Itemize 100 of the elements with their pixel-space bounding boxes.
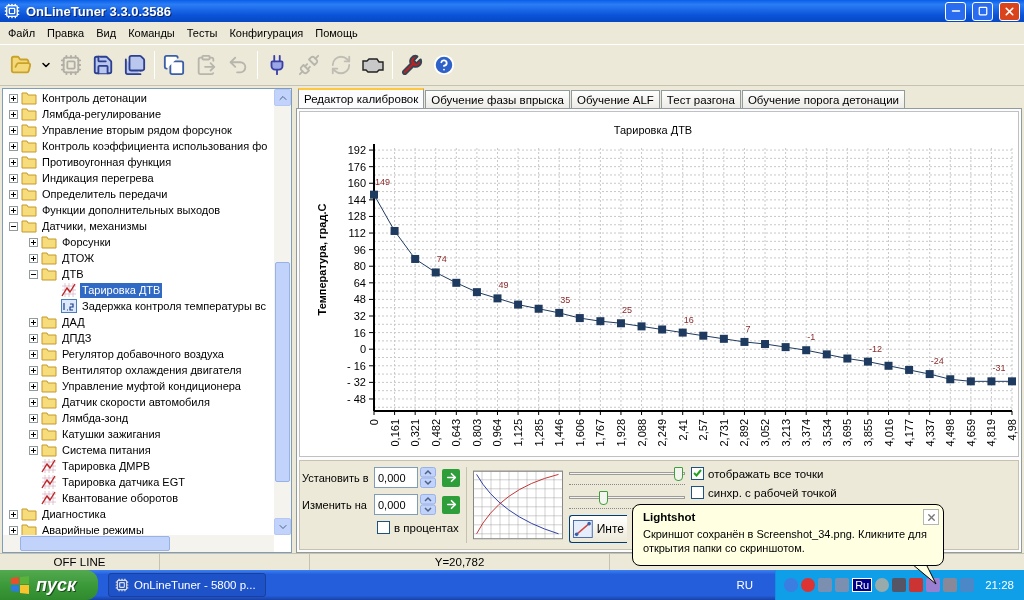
taskbar-button[interactable]: OnLineTuner - 5800 р... xyxy=(108,573,266,597)
slider[interactable] xyxy=(569,467,685,485)
expand-icon[interactable] xyxy=(29,365,38,375)
data-point[interactable] xyxy=(802,346,811,355)
data-point[interactable] xyxy=(761,340,770,348)
number-field[interactable]: 0,000 xyxy=(374,494,418,515)
data-point[interactable] xyxy=(781,343,790,352)
tree-item[interactable]: Диагностика xyxy=(40,506,108,522)
expand-icon[interactable] xyxy=(29,381,38,391)
tree-item[interactable]: Тарировка датчика EGT xyxy=(60,474,187,490)
expand-icon[interactable] xyxy=(29,237,38,247)
collapse-icon[interactable] xyxy=(9,221,18,231)
data-point[interactable] xyxy=(719,334,728,343)
number-field[interactable]: 0,000 xyxy=(374,467,418,488)
data-point[interactable] xyxy=(966,377,975,386)
expand-icon[interactable] xyxy=(9,93,18,103)
tree-item[interactable]: Задержка контроля температуры вс xyxy=(80,298,269,314)
tree-item[interactable]: Квантование оборотов xyxy=(60,490,180,506)
tree-item[interactable]: ДАД xyxy=(60,314,87,330)
expand-icon[interactable] xyxy=(29,413,38,423)
tree-item[interactable]: Аварийные режимы xyxy=(40,522,146,535)
apply-button[interactable] xyxy=(442,495,460,514)
slider-thumb[interactable] xyxy=(674,467,684,481)
tree-item[interactable]: Вентилятор охлаждения двигателя xyxy=(60,362,244,378)
menu-item[interactable]: Тесты xyxy=(180,27,224,39)
tree-item[interactable]: Функции дополнительных выходов xyxy=(40,202,223,218)
expand-icon[interactable] xyxy=(29,333,38,343)
data-point[interactable] xyxy=(616,319,625,328)
tab[interactable]: Обучение фазы впрыска xyxy=(425,90,570,108)
tree-item[interactable]: ДТВ xyxy=(60,266,86,282)
menu-item[interactable]: Команды xyxy=(122,27,181,39)
spinner-icon[interactable] xyxy=(420,494,436,515)
language-indicator[interactable]: RU xyxy=(736,579,754,591)
minimize-button[interactable] xyxy=(945,1,966,21)
tree-item[interactable]: Управление муфтой кондиционера xyxy=(60,378,243,394)
data-point[interactable] xyxy=(452,278,461,287)
data-point[interactable] xyxy=(390,226,399,235)
apply-button[interactable] xyxy=(442,468,460,487)
data-point[interactable] xyxy=(740,337,749,346)
tree-item[interactable]: Индикация перегрева xyxy=(40,170,156,186)
expand-icon[interactable] xyxy=(9,205,18,215)
menu-item[interactable]: Правка xyxy=(41,27,91,39)
expand-icon[interactable] xyxy=(9,125,18,135)
expand-icon[interactable] xyxy=(9,173,18,183)
tree-item[interactable]: Лямбда-зонд xyxy=(60,410,131,426)
tray-icon[interactable]: Ru xyxy=(852,578,873,592)
data-point[interactable] xyxy=(946,375,955,384)
maximize-button[interactable] xyxy=(972,1,993,21)
tree-item[interactable]: Форсунки xyxy=(60,234,113,250)
interpolate-button[interactable]: Инте xyxy=(569,515,627,543)
expand-icon[interactable] xyxy=(9,109,18,119)
data-point[interactable] xyxy=(863,357,872,366)
data-point[interactable] xyxy=(596,317,605,326)
tree-item[interactable]: Тарировка ДТВ xyxy=(80,282,163,298)
collapse-icon[interactable] xyxy=(29,269,38,279)
checkbox[interactable] xyxy=(377,521,390,534)
data-point[interactable] xyxy=(493,294,502,303)
data-point[interactable] xyxy=(370,190,378,199)
notification-toast[interactable]: Lightshot Скриншот сохранён в Screenshot_34.png. Кликните для открытия папки со скриншотом. xyxy=(632,504,944,566)
tree-item[interactable]: Противоугонная функция xyxy=(40,154,174,170)
tree-item[interactable]: Лямбда-регулирование xyxy=(40,106,164,122)
scrollbar[interactable] xyxy=(3,535,274,552)
expand-icon[interactable] xyxy=(9,157,18,167)
expand-icon[interactable] xyxy=(29,253,38,263)
slider-thumb[interactable] xyxy=(598,491,608,505)
tree-item[interactable]: Регулятор добавочного воздуха xyxy=(60,346,226,362)
data-point[interactable] xyxy=(658,325,667,334)
checkbox[interactable] xyxy=(691,467,704,480)
close-button[interactable] xyxy=(923,509,939,525)
data-point[interactable] xyxy=(699,331,708,340)
data-point[interactable] xyxy=(905,365,914,374)
spinner-icon[interactable] xyxy=(420,467,436,488)
tree-item[interactable]: Определитель передачи xyxy=(40,186,170,202)
expand-icon[interactable] xyxy=(9,189,18,199)
menu-item[interactable]: Конфигурация xyxy=(223,27,310,39)
data-point[interactable] xyxy=(534,304,543,313)
expand-icon[interactable] xyxy=(29,397,38,407)
tree-item[interactable]: Контроль детонации xyxy=(40,90,149,106)
checkbox[interactable] xyxy=(691,486,704,499)
tree-item[interactable]: Контроль коэффициента использования фо xyxy=(40,138,270,154)
expand-icon[interactable] xyxy=(29,349,38,359)
tree-item[interactable]: Датчики, механизмы xyxy=(40,218,149,234)
tab[interactable]: Обучение ALF xyxy=(571,90,660,108)
expand-icon[interactable] xyxy=(9,141,18,151)
expand-icon[interactable] xyxy=(9,509,18,519)
tree-item[interactable]: Система питания xyxy=(60,442,153,458)
tab[interactable]: Тест разгона xyxy=(660,90,741,108)
tab[interactable]: Редактор калибровок xyxy=(298,88,425,108)
menu-item[interactable]: Помощь xyxy=(309,27,364,39)
data-point[interactable] xyxy=(637,322,646,331)
data-point[interactable] xyxy=(514,300,523,309)
data-point[interactable] xyxy=(472,288,481,297)
tree-item[interactable]: Управление вторым рядом форсунок xyxy=(40,122,234,138)
expand-icon[interactable] xyxy=(29,445,38,455)
tree-item[interactable]: Датчик скорости автомобиля xyxy=(60,394,212,410)
data-point[interactable] xyxy=(575,314,584,323)
menu-item[interactable]: Вид xyxy=(90,27,123,39)
tree-item[interactable]: Тарировка ДМРВ xyxy=(60,458,153,474)
tree-item[interactable]: ДТОЖ xyxy=(60,250,97,266)
start-button[interactable]: пуск xyxy=(0,570,98,600)
